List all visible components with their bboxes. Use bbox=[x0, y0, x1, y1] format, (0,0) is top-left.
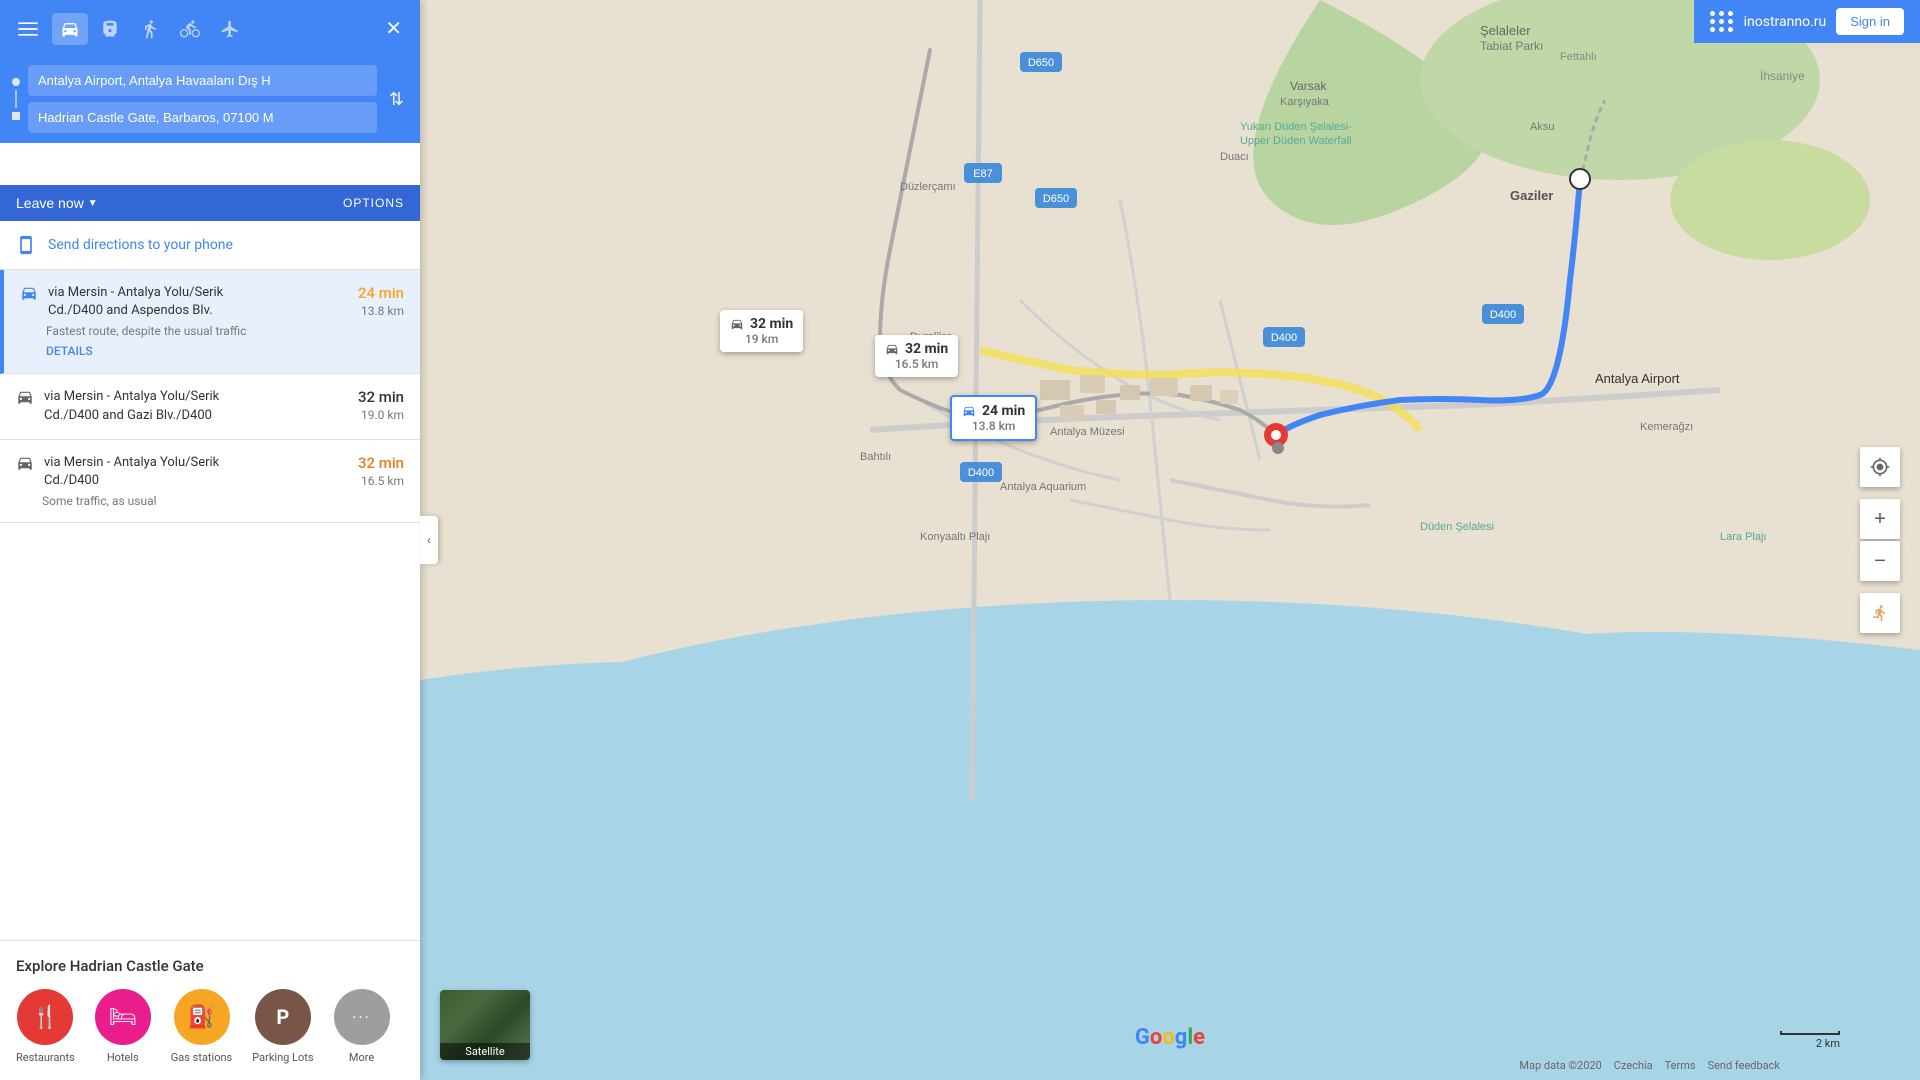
svg-text:Antalya Airport: Antalya Airport bbox=[1595, 371, 1680, 386]
route1-name: via Mersin - Antalya Yolu/Serik Cd./D400… bbox=[48, 284, 268, 320]
svg-text:D650: D650 bbox=[1028, 57, 1054, 69]
route2-distance: 19.0 km bbox=[358, 408, 404, 422]
explore-restaurants[interactable]: 🍴 Restaurants bbox=[16, 989, 75, 1064]
svg-text:Fettahlı: Fettahlı bbox=[1560, 51, 1597, 63]
svg-text:E87: E87 bbox=[973, 168, 993, 180]
svg-text:Bahtılı: Bahtılı bbox=[860, 451, 891, 463]
svg-text:Antalya Müzesi: Antalya Müzesi bbox=[1050, 426, 1125, 438]
route2-car-icon bbox=[16, 388, 34, 406]
collapse-panel-button[interactable]: ‹ bbox=[420, 516, 438, 564]
route3-name: via Mersin - Antalya Yolu/Serik Cd./D400 bbox=[44, 454, 264, 490]
route1-note: Fastest route, despite the usual traffic bbox=[46, 324, 404, 338]
explore-section: Explore Hadrian Castle Gate 🍴 Restaurant… bbox=[0, 940, 420, 1080]
svg-text:Lara Plajı: Lara Plajı bbox=[1720, 531, 1766, 543]
explore-icons: 🍴 Restaurants 🛏 Hotels ⛽ Gas stations P … bbox=[16, 989, 404, 1064]
svg-text:İhsaniye: İhsaniye bbox=[1760, 69, 1805, 83]
svg-text:Şelaleler: Şelaleler bbox=[1480, 23, 1531, 38]
route-dots bbox=[12, 74, 20, 124]
route3-note: Some traffic, as usual bbox=[42, 494, 404, 508]
add-icon: + bbox=[38, 151, 49, 175]
transport-tabs bbox=[52, 13, 371, 45]
left-panel: ✕ ⇅ + Add destination Leave now ▼ OPTION… bbox=[0, 0, 420, 1080]
route-item-1[interactable]: via Mersin - Antalya Yolu/Serik Cd./D400… bbox=[0, 270, 420, 374]
explore-more[interactable]: ··· More bbox=[334, 989, 390, 1064]
route1-distance: 13.8 km bbox=[358, 304, 404, 318]
hotels-label: Hotels bbox=[107, 1051, 139, 1064]
dest-dot bbox=[12, 112, 20, 120]
route2-name: via Mersin - Antalya Yolu/Serik Cd./D400… bbox=[44, 388, 264, 424]
gas-label: Gas stations bbox=[171, 1051, 232, 1064]
route-line bbox=[15, 90, 17, 108]
svg-text:Duraliler: Duraliler bbox=[910, 331, 951, 343]
svg-text:Tabiat Parkı: Tabiat Parkı bbox=[1480, 39, 1543, 53]
route1-car-icon bbox=[20, 284, 38, 302]
svg-text:Yukarı Düden Şelalesi-: Yukarı Düden Şelalesi- bbox=[1240, 121, 1352, 133]
svg-text:Karşıyaka: Karşıyaka bbox=[1280, 96, 1330, 108]
svg-text:D650: D650 bbox=[1043, 193, 1069, 205]
top-bar: ✕ bbox=[0, 0, 420, 57]
phone-icon bbox=[16, 235, 36, 255]
menu-button[interactable] bbox=[12, 13, 44, 45]
origin-input[interactable] bbox=[28, 65, 377, 96]
route2-time: 32 min bbox=[358, 388, 404, 406]
route-item-3[interactable]: via Mersin - Antalya Yolu/Serik Cd./D400… bbox=[0, 440, 420, 523]
svg-text:Düzlerçamı: Düzlerçamı bbox=[900, 181, 956, 193]
route-fields bbox=[28, 65, 377, 133]
hotels-icon: 🛏 bbox=[95, 989, 151, 1045]
more-label: More bbox=[349, 1051, 374, 1064]
leave-now-bar: Leave now ▼ OPTIONS bbox=[0, 185, 420, 221]
explore-gas[interactable]: ⛽ Gas stations bbox=[171, 989, 232, 1064]
route-item-2[interactable]: via Mersin - Antalya Yolu/Serik Cd./D400… bbox=[0, 374, 420, 439]
close-button[interactable]: ✕ bbox=[379, 10, 408, 47]
options-button[interactable]: OPTIONS bbox=[343, 196, 404, 210]
add-destination-row[interactable]: + Add destination bbox=[0, 143, 420, 185]
svg-text:Kemerağzı: Kemerağzı bbox=[1640, 421, 1693, 433]
destination-input[interactable] bbox=[28, 102, 377, 133]
restaurants-label: Restaurants bbox=[16, 1051, 75, 1064]
more-icon: ··· bbox=[334, 989, 390, 1045]
svg-text:Varsak: Varsak bbox=[1290, 79, 1327, 93]
route-inputs: ⇅ bbox=[0, 57, 420, 143]
swap-button[interactable]: ⇅ bbox=[385, 85, 408, 114]
send-directions-label: Send directions to your phone bbox=[48, 237, 233, 253]
svg-text:Duacı: Duacı bbox=[1220, 151, 1249, 163]
map-svg: D650 D650 E87 D400 D400 D400 Şelaleler T… bbox=[420, 0, 1920, 1080]
restaurants-icon: 🍴 bbox=[17, 989, 73, 1045]
route3-time: 32 min bbox=[358, 454, 404, 472]
leave-now-button[interactable]: Leave now ▼ bbox=[16, 195, 98, 211]
svg-text:Düden Şelalesi: Düden Şelalesi bbox=[1420, 521, 1494, 533]
explore-title: Explore Hadrian Castle Gate bbox=[16, 957, 404, 975]
tab-walk[interactable] bbox=[132, 13, 168, 45]
svg-text:D400: D400 bbox=[968, 467, 994, 479]
svg-text:D400: D400 bbox=[1271, 332, 1297, 344]
gas-icon: ⛽ bbox=[174, 989, 230, 1045]
add-destination-label: Add destination bbox=[57, 156, 148, 171]
tab-transit[interactable] bbox=[92, 13, 128, 45]
svg-text:Aksu: Aksu bbox=[1530, 121, 1554, 133]
explore-hotels[interactable]: 🛏 Hotels bbox=[95, 989, 151, 1064]
leave-now-chevron: ▼ bbox=[88, 198, 98, 209]
send-directions-row[interactable]: Send directions to your phone bbox=[0, 221, 420, 270]
svg-text:D400: D400 bbox=[1490, 309, 1516, 321]
tab-drive[interactable] bbox=[52, 13, 88, 45]
route1-details-link[interactable]: DETAILS bbox=[46, 344, 93, 358]
route3-distance: 16.5 km bbox=[358, 474, 404, 488]
parking-icon: P bbox=[255, 989, 311, 1045]
tab-flight[interactable] bbox=[212, 13, 248, 45]
parking-label: Parking Lots bbox=[252, 1051, 313, 1064]
leave-now-label: Leave now bbox=[16, 195, 84, 211]
origin-dot bbox=[12, 78, 20, 86]
svg-text:Konyaaltı Plajı: Konyaaltı Plajı bbox=[920, 531, 990, 543]
map-area[interactable]: D650 D650 E87 D400 D400 D400 Şelaleler T… bbox=[420, 0, 1920, 1080]
routes-list: via Mersin - Antalya Yolu/Serik Cd./D400… bbox=[0, 270, 420, 940]
route1-time: 24 min bbox=[358, 284, 404, 302]
svg-text:Gaziler: Gaziler bbox=[1510, 188, 1553, 203]
svg-text:Upper Düden Waterfall: Upper Düden Waterfall bbox=[1240, 135, 1351, 147]
svg-text:Antalya Aquarium: Antalya Aquarium bbox=[1000, 481, 1086, 493]
tab-bike[interactable] bbox=[172, 13, 208, 45]
route3-car-icon bbox=[16, 454, 34, 472]
explore-parking[interactable]: P Parking Lots bbox=[252, 989, 313, 1064]
